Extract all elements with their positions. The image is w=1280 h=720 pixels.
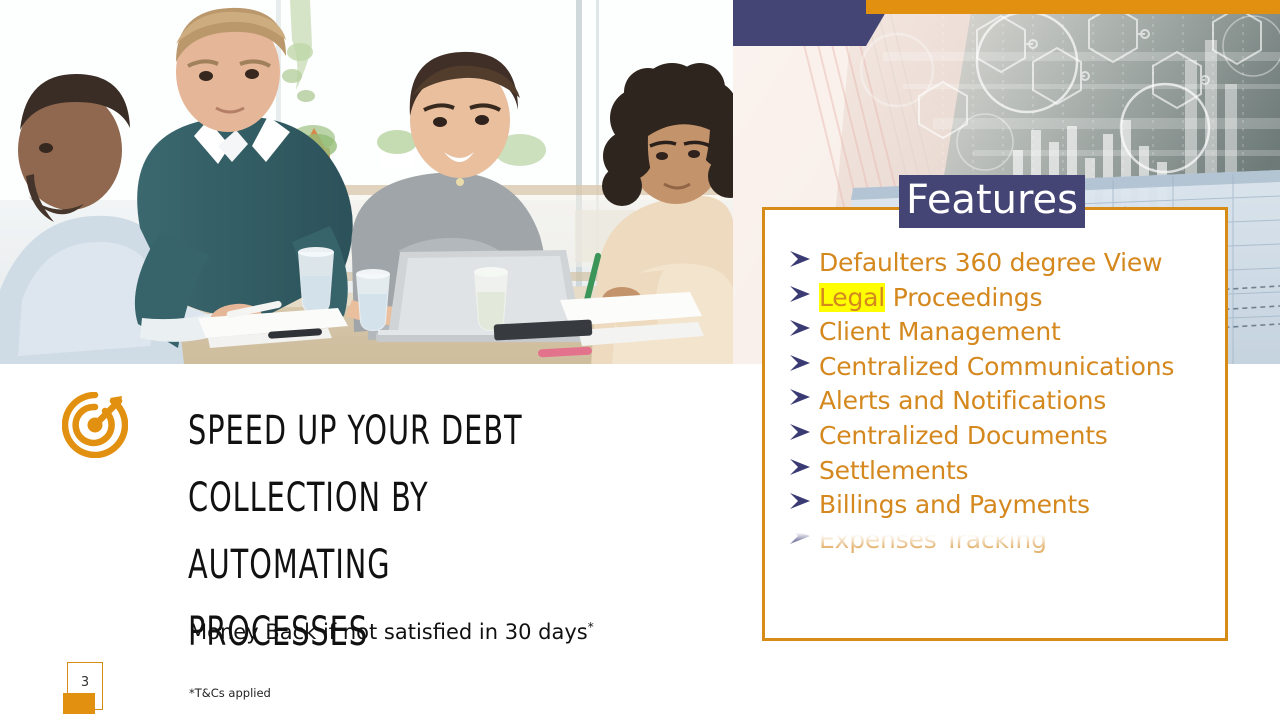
guarantee-text: Money Back if not satisfied in 30 days* <box>189 620 594 644</box>
arrowhead-bullet-icon <box>789 318 819 338</box>
slide-canvas: Features Defaulters 360 degree View Lega <box>0 0 1280 720</box>
slide-number-text: 3 <box>80 674 90 690</box>
arrowhead-bullet-icon <box>789 491 819 511</box>
arrowhead-bullet-icon <box>789 353 819 373</box>
headline-line-1: Speed up your debt <box>188 408 523 454</box>
target-arrow-icon <box>62 392 128 458</box>
orange-top-bar <box>866 0 1280 14</box>
list-item[interactable]: Client Management <box>789 315 1209 350</box>
slide-number-accent-square <box>63 693 95 714</box>
list-item[interactable]: Billings and Payments <box>789 488 1209 523</box>
list-item[interactable]: Settlements <box>789 454 1209 489</box>
team-meeting-photo <box>0 0 733 364</box>
features-title-text: Features <box>906 176 1078 223</box>
list-item[interactable]: Centralized Communications <box>789 350 1209 385</box>
features-list-box: Defaulters 360 degree View Legal Proceed… <box>762 207 1228 641</box>
list-item-label: Expenses Tracking <box>819 524 1047 554</box>
list-item-label: Client Management <box>819 317 1061 347</box>
arrowhead-bullet-icon <box>789 249 819 269</box>
guarantee-label: Money Back if not satisfied in 30 days <box>189 620 588 644</box>
arrowhead-bullet-icon <box>789 422 819 442</box>
list-item-label: Centralized Communications <box>819 351 1175 381</box>
list-item-label: Legal Proceedings <box>819 281 1042 316</box>
terms-footnote: *T&Cs applied <box>189 686 271 700</box>
features-title-banner: Features <box>899 175 1085 228</box>
list-item-label: Centralized Documents <box>819 420 1108 450</box>
list-item-label: Billings and Payments <box>819 490 1090 520</box>
list-item[interactable]: Legal Proceedings <box>789 281 1209 316</box>
list-item-label: Defaulters 360 degree View <box>819 248 1163 277</box>
arrowhead-bullet-icon <box>789 526 819 546</box>
list-item-label: Alerts and Notifications <box>819 386 1107 416</box>
guarantee-asterisk: * <box>587 620 594 634</box>
arrowhead-bullet-icon <box>789 387 819 407</box>
headline-line-2: collection by automating <box>188 475 429 588</box>
arrowhead-bullet-icon <box>789 457 819 477</box>
features-list: Defaulters 360 degree View Legal Proceed… <box>789 246 1209 557</box>
list-item-label-rest: Proceedings <box>885 282 1043 312</box>
highlighted-word: Legal <box>819 282 886 312</box>
list-item[interactable]: Defaulters 360 degree View <box>789 246 1209 281</box>
list-item[interactable]: Alerts and Notifications <box>789 384 1209 419</box>
list-item[interactable]: Expenses Tracking <box>789 523 1209 558</box>
arrowhead-bullet-icon <box>789 284 819 304</box>
list-item-label: Settlements <box>819 455 969 485</box>
list-item[interactable]: Centralized Documents <box>789 419 1209 454</box>
slide-number-badge: 3 <box>63 662 107 714</box>
